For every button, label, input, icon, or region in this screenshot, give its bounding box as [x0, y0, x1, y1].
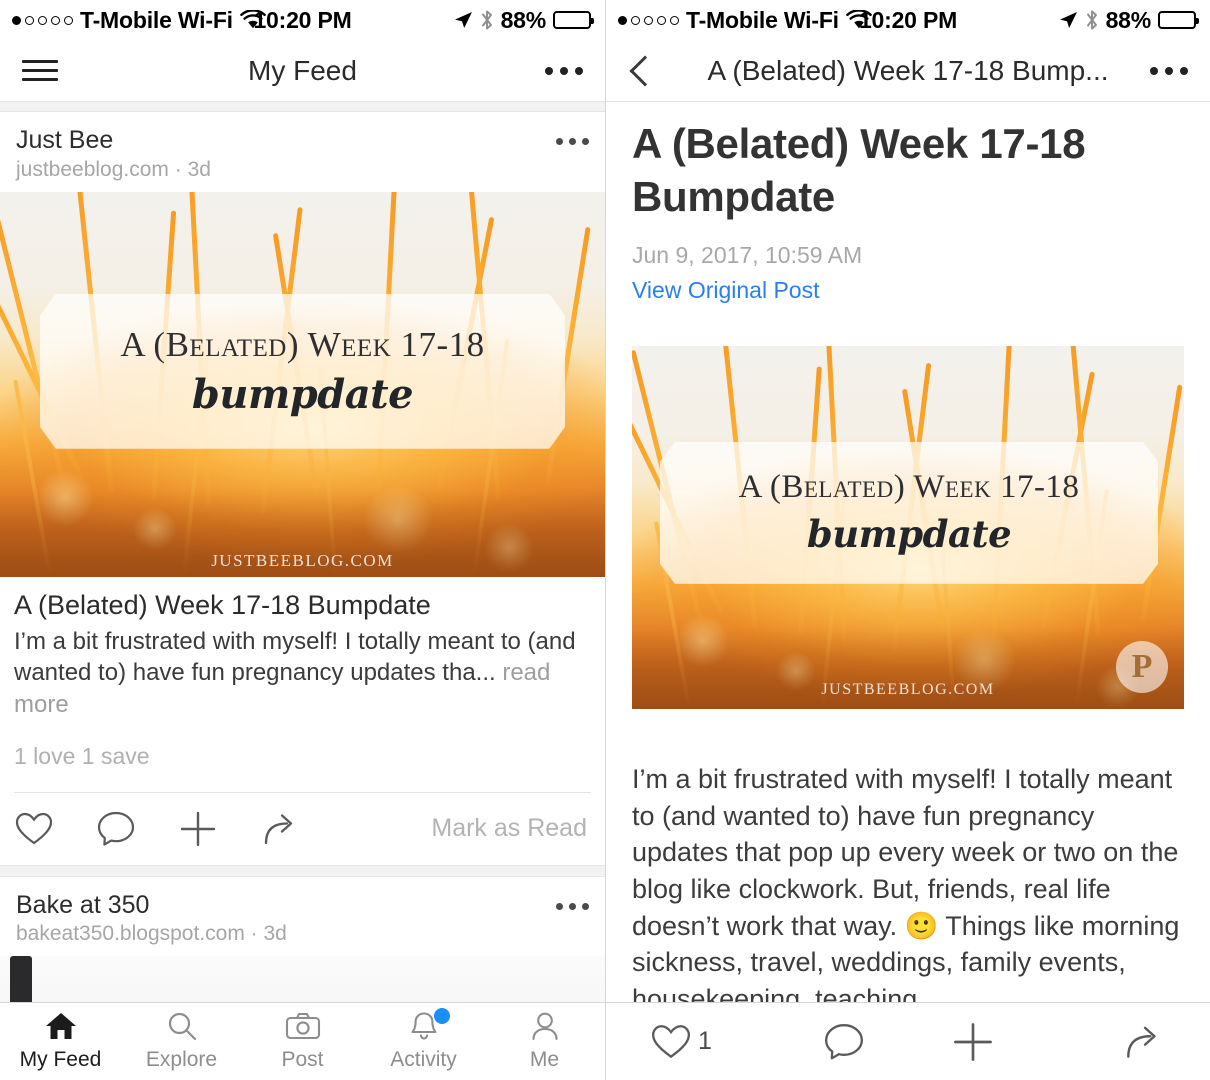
- tab-label: Post: [281, 1048, 324, 1071]
- tab-my-feed[interactable]: My Feed: [0, 1011, 121, 1072]
- feed-top-spacer: [0, 102, 605, 112]
- tab-explore[interactable]: Explore: [121, 1011, 242, 1072]
- love-button[interactable]: [14, 811, 96, 847]
- comment-button[interactable]: [96, 810, 178, 848]
- tab-activity[interactable]: Activity: [363, 1008, 484, 1072]
- post-more-options-icon[interactable]: [556, 138, 589, 145]
- post-body: A (Belated) Week 17-18 Bumpdate I’m a bi…: [0, 577, 605, 721]
- post-excerpt-text: I’m a bit frustrated with myself! I tota…: [14, 627, 576, 687]
- tab-label: My Feed: [19, 1048, 102, 1071]
- right-panel-article: T-Mobile Wi-Fi 10:20 PM 88% A (Belated) …: [605, 0, 1210, 1080]
- add-button[interactable]: [178, 809, 260, 849]
- carrier-label: T-Mobile Wi-Fi: [80, 6, 233, 33]
- overlay-title-line1: A (Belated) Week 17-18: [738, 469, 1080, 506]
- source-name: Bake at 350: [16, 890, 150, 919]
- post-more-options-icon[interactable]: [556, 902, 589, 910]
- article-hero-image[interactable]: A (Belated) Week 17-18 bumpdate JUSTBEEB…: [632, 345, 1184, 709]
- battery-percent-label: 88%: [500, 6, 547, 33]
- page-title: My Feed: [248, 54, 357, 86]
- pinterest-glyph: P: [1131, 647, 1153, 685]
- image-overlay-card: A (Belated) Week 17-18 bumpdate: [660, 441, 1158, 584]
- wifi-icon: [846, 10, 872, 30]
- source-url-and-age: bakeat350.blogspot.com · 3d: [16, 922, 287, 946]
- post-source-meta[interactable]: Just Bee justbeeblog.com · 3d: [16, 126, 556, 182]
- post-source-meta[interactable]: Bake at 350 bakeat350.blogspot.com · 3d: [16, 891, 556, 947]
- tab-label: Explore: [145, 1048, 218, 1071]
- home-icon: [45, 1013, 76, 1039]
- post-header: Bake at 350 bakeat350.blogspot.com · 3d: [0, 877, 605, 957]
- right-nav-bar: A (Belated) Week 17-18 Bump...: [606, 40, 1210, 102]
- post-action-bar: Mark as Read: [0, 793, 605, 865]
- tab-label: Me: [529, 1048, 560, 1071]
- status-bar-right: T-Mobile Wi-Fi 10:20 PM 88%: [606, 0, 1210, 40]
- bottom-tab-bar: My Feed Explore Post Activity Me: [0, 1002, 605, 1080]
- status-bar-carrier-group: T-Mobile Wi-Fi: [618, 7, 872, 34]
- signal-strength-icon: [12, 15, 73, 25]
- battery-icon: [553, 11, 594, 29]
- overlay-title-line2: bumpdate: [806, 512, 1012, 557]
- feed-post-just-bee: Just Bee justbeeblog.com · 3d A (Belated…: [0, 112, 605, 865]
- share-button[interactable]: [260, 810, 342, 848]
- overlay-title-line2: bumpdate: [191, 370, 414, 418]
- status-bar-right-group: 88%: [453, 6, 594, 34]
- article-nav-title: A (Belated) Week 17-18 Bump...: [707, 54, 1109, 86]
- share-button[interactable]: [1037, 1022, 1166, 1062]
- bluetooth-icon: [1085, 9, 1099, 31]
- camera-icon: [285, 1012, 320, 1040]
- view-original-post-link[interactable]: View Original Post: [632, 277, 820, 304]
- left-nav-bar: My Feed: [0, 40, 605, 102]
- activity-badge: [434, 1008, 450, 1024]
- person-icon: [531, 1012, 558, 1041]
- status-bar-right-group: 88%: [1058, 6, 1199, 34]
- post-hero-image[interactable]: A (Belated) Week 17-18 bumpdate JUSTBEEB…: [0, 191, 605, 577]
- post-header: Just Bee justbeeblog.com · 3d: [0, 112, 605, 192]
- article-header: A (Belated) Week 17-18 Bumpdate Jun 9, 2…: [606, 102, 1210, 709]
- post-excerpt: I’m a bit frustrated with myself! I tota…: [14, 626, 591, 721]
- love-button[interactable]: 1: [650, 1023, 779, 1061]
- article-action-bar: 1: [606, 1002, 1210, 1080]
- article-date: Jun 9, 2017, 10:59 AM: [632, 241, 863, 268]
- tab-post[interactable]: Post: [242, 1011, 363, 1072]
- left-panel-my-feed: T-Mobile Wi-Fi 10:20 PM 88% My Feed Just…: [0, 0, 605, 1080]
- image-overlay-card: A (Belated) Week 17-18 bumpdate: [40, 293, 565, 449]
- more-options-icon[interactable]: [1150, 66, 1188, 75]
- love-count: 1: [698, 1027, 712, 1055]
- article-hero-wrapper: A (Belated) Week 17-18 bumpdate JUSTBEEB…: [632, 345, 1184, 709]
- post-stats: 1 love 1 save: [14, 742, 150, 769]
- image-watermark: JUSTBEEBLOG.COM: [821, 680, 995, 698]
- search-icon: [168, 1012, 196, 1041]
- article-title: A (Belated) Week 17-18 Bumpdate: [632, 120, 1086, 220]
- carrier-label: T-Mobile Wi-Fi: [686, 6, 839, 33]
- overlay-title-line1: A (Belated) Week 17-18: [120, 324, 485, 364]
- back-chevron-icon[interactable]: [629, 54, 661, 87]
- status-bar-left: T-Mobile Wi-Fi 10:20 PM 88%: [0, 0, 605, 40]
- comment-button[interactable]: [779, 1022, 908, 1062]
- mark-as-read-button[interactable]: Mark as Read: [431, 814, 591, 843]
- signal-strength-icon: [618, 15, 679, 25]
- bluetooth-icon: [480, 9, 494, 31]
- image-watermark: JUSTBEEBLOG.COM: [211, 550, 394, 570]
- pinterest-save-icon[interactable]: P: [1116, 640, 1168, 693]
- wifi-icon: [240, 10, 266, 30]
- battery-icon: [1158, 11, 1199, 29]
- source-name: Just Bee: [16, 126, 114, 154]
- feed-section-spacer: [0, 864, 605, 877]
- post-title[interactable]: A (Belated) Week 17-18 Bumpdate: [14, 589, 591, 622]
- hamburger-menu-icon[interactable]: [22, 60, 58, 81]
- location-arrow-icon: [1058, 10, 1078, 30]
- source-url-and-age: justbeeblog.com · 3d: [16, 157, 211, 181]
- location-arrow-icon: [453, 10, 473, 30]
- add-button[interactable]: [908, 1020, 1037, 1064]
- tab-label: Activity: [390, 1048, 457, 1071]
- tab-me[interactable]: Me: [484, 1011, 605, 1072]
- more-options-icon[interactable]: [545, 66, 583, 75]
- dual-screenshot: T-Mobile Wi-Fi 10:20 PM 88% My Feed Just…: [0, 0, 1210, 1080]
- article-body-text: I’m a bit frustrated with myself! I tota…: [632, 763, 1180, 1015]
- status-bar-carrier-group: T-Mobile Wi-Fi: [12, 7, 266, 34]
- battery-percent-label: 88%: [1105, 6, 1152, 33]
